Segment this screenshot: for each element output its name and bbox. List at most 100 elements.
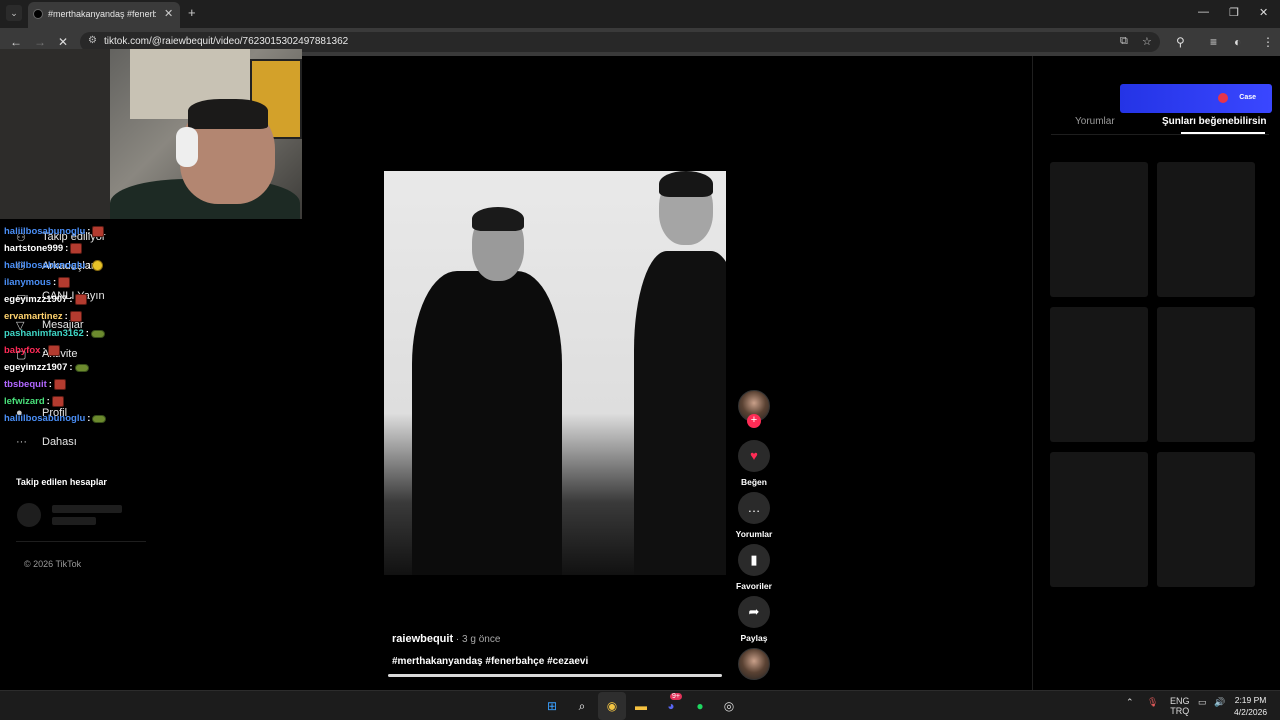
chrome-icon[interactable]: ◉ xyxy=(602,696,622,716)
chat-username[interactable]: tbsbequit xyxy=(4,379,47,390)
chat-username[interactable]: lefwizard xyxy=(4,396,45,407)
video-player[interactable] xyxy=(384,171,726,575)
recommended-video-thumbnail[interactable] xyxy=(1157,452,1255,587)
tab-search-icon[interactable]: ⌄ xyxy=(6,5,22,21)
windows-taskbar: ⊞ ⌕ ◉ ▬ ◕ ● ◎ 9+ ⌃ 🎙 ENG TRQ ▭ 🔊 2:19 PM 4/2/2… xyxy=(0,690,1280,720)
close-icon[interactable]: ✕ xyxy=(164,7,173,20)
chat-username[interactable]: hartstone999 xyxy=(4,243,63,254)
chat-username[interactable]: haliilbosabunoglu xyxy=(4,413,85,424)
video-person-left xyxy=(412,271,562,575)
media-controls-icon[interactable]: ≡ xyxy=(1210,35,1217,49)
chat-username[interactable]: ilanymous xyxy=(4,277,51,288)
like-label: Beğen xyxy=(741,477,767,487)
browser-tab-bar: ⌄ #merthakanyandaş #fenerbahçe ✕ + — ❐ ✕ xyxy=(0,0,1280,28)
author-name[interactable]: raiewbequit xyxy=(392,633,453,645)
chat-username[interactable]: egeyimzz1907 xyxy=(4,294,67,305)
chat-separator: : xyxy=(87,260,91,271)
back-icon[interactable]: ← xyxy=(10,35,22,49)
lang-bottom: TRQ xyxy=(1170,706,1190,716)
volume-icon[interactable]: 🔊 xyxy=(1214,697,1225,708)
chat-username[interactable]: haliilbosabunoglu xyxy=(4,260,85,271)
chat-emote-icon xyxy=(70,243,83,254)
new-tab-icon[interactable]: + xyxy=(188,5,196,20)
headset-icon xyxy=(176,127,198,167)
microphone-icon[interactable]: 🎙 xyxy=(1147,697,1158,708)
chat-username[interactable]: haliilbosabunoglu xyxy=(4,226,85,237)
windows-start-icon[interactable]: ⊞ xyxy=(542,696,562,716)
video-author[interactable]: raiewbequit · 3 g önce xyxy=(392,633,500,645)
chat-username[interactable]: babyfox xyxy=(4,345,40,356)
profile-icon[interactable]: ◐ xyxy=(1234,35,1241,49)
favorites-button[interactable]: ▮ xyxy=(738,544,770,576)
chat-separator: : xyxy=(64,311,68,322)
video-hashtags[interactable]: #merthakanyandaş #fenerbahçe #cezaevi xyxy=(392,656,588,667)
file-explorer-icon[interactable]: ▬ xyxy=(631,696,651,716)
skeleton-line xyxy=(52,517,96,525)
chat-message: hartstone999: xyxy=(4,240,184,257)
recommended-video-thumbnail[interactable] xyxy=(1050,162,1148,297)
chat-separator: : xyxy=(69,362,73,373)
system-clock[interactable]: 2:19 PM 4/2/2026 xyxy=(1234,694,1267,718)
forward-icon[interactable]: → xyxy=(34,35,46,49)
chat-emote-icon xyxy=(58,277,71,288)
recommended-video-thumbnail[interactable] xyxy=(1050,452,1148,587)
comment-icon: … xyxy=(747,500,761,515)
chat-separator: : xyxy=(87,413,91,424)
music-disc-avatar[interactable] xyxy=(738,648,770,680)
sidebar-item-more[interactable]: ··· Dahası xyxy=(16,436,77,448)
ad-text: Case xyxy=(1239,94,1256,101)
chat-emote-icon xyxy=(74,294,87,305)
comments-button[interactable]: … xyxy=(738,492,770,524)
like-button[interactable]: ♥ xyxy=(738,440,770,472)
chat-emote-icon xyxy=(69,311,82,322)
search-icon[interactable]: ⌕ xyxy=(572,696,592,716)
tab-divider xyxy=(1051,134,1269,135)
tab-recommendations[interactable]: Şunları beğenebilirsin xyxy=(1162,116,1266,127)
chat-separator: : xyxy=(42,345,46,356)
window-close-icon[interactable]: ✕ xyxy=(1259,6,1268,19)
chat-username[interactable]: egeyimzz1907 xyxy=(4,362,67,373)
chat-message: haliilbosabunoglu: xyxy=(4,223,184,240)
chat-separator: : xyxy=(48,379,52,390)
network-icon[interactable]: ▭ xyxy=(1198,697,1207,708)
favorites-label: Favoriler xyxy=(736,581,772,591)
video-progress-bar[interactable] xyxy=(388,674,722,677)
chat-separator: : xyxy=(65,243,69,254)
webcam-streamer-hair xyxy=(188,99,268,129)
chat-username[interactable]: pashanimfan3162 xyxy=(4,328,84,339)
chat-message: tbsbequit: xyxy=(4,376,184,393)
clock-time: 2:19 PM xyxy=(1234,695,1267,705)
chat-emote-icon xyxy=(51,396,64,407)
steam-icon[interactable]: ◎ xyxy=(719,696,739,716)
bookmark-star-icon[interactable]: ☆ xyxy=(1142,35,1152,48)
browser-tab[interactable]: #merthakanyandaş #fenerbahçe ✕ xyxy=(28,2,180,28)
more-menu-icon[interactable]: ⋮ xyxy=(1262,35,1274,49)
recommended-video-thumbnail[interactable] xyxy=(1157,307,1255,442)
chat-username[interactable]: ervamartinez xyxy=(4,311,63,322)
chat-message: ervamartinez: xyxy=(4,308,184,325)
chat-message: ilanymous: xyxy=(4,274,184,291)
chat-emote-icon xyxy=(53,379,66,390)
right-panel: Yorumlar Şunları beğenebilirsin xyxy=(1032,56,1280,690)
chat-message: lefwizard: xyxy=(4,393,184,410)
install-app-icon[interactable]: ⧉ xyxy=(1120,35,1128,48)
spotify-icon[interactable]: ● xyxy=(690,696,710,716)
recommended-video-thumbnail[interactable] xyxy=(1157,162,1255,297)
chat-message: babyfox: xyxy=(4,342,184,359)
copyright-text: © 2026 TikTok xyxy=(24,559,82,569)
stop-loading-icon[interactable]: ✕ xyxy=(58,35,68,49)
tray-overflow-icon[interactable]: ⌃ xyxy=(1126,697,1134,708)
chat-message: haliilbosabunoglu: xyxy=(4,410,184,427)
restore-icon[interactable]: ❐ xyxy=(1229,6,1239,19)
extensions-icon[interactable]: ⚲ xyxy=(1176,35,1185,49)
video-person-right xyxy=(634,251,726,575)
follow-button[interactable]: + xyxy=(747,414,761,428)
tab-comments[interactable]: Yorumlar xyxy=(1075,116,1115,127)
language-indicator[interactable]: ENG TRQ xyxy=(1170,696,1190,716)
recommended-video-thumbnail[interactable] xyxy=(1050,307,1148,442)
clock-date: 4/2/2026 xyxy=(1234,707,1268,717)
url-text: tiktok.com/@raiewbequit/video/7623015302… xyxy=(104,36,349,47)
site-info-icon[interactable]: ⚙ xyxy=(88,35,97,46)
minimize-icon[interactable]: — xyxy=(1198,6,1209,18)
share-button[interactable]: ➦ xyxy=(738,596,770,628)
